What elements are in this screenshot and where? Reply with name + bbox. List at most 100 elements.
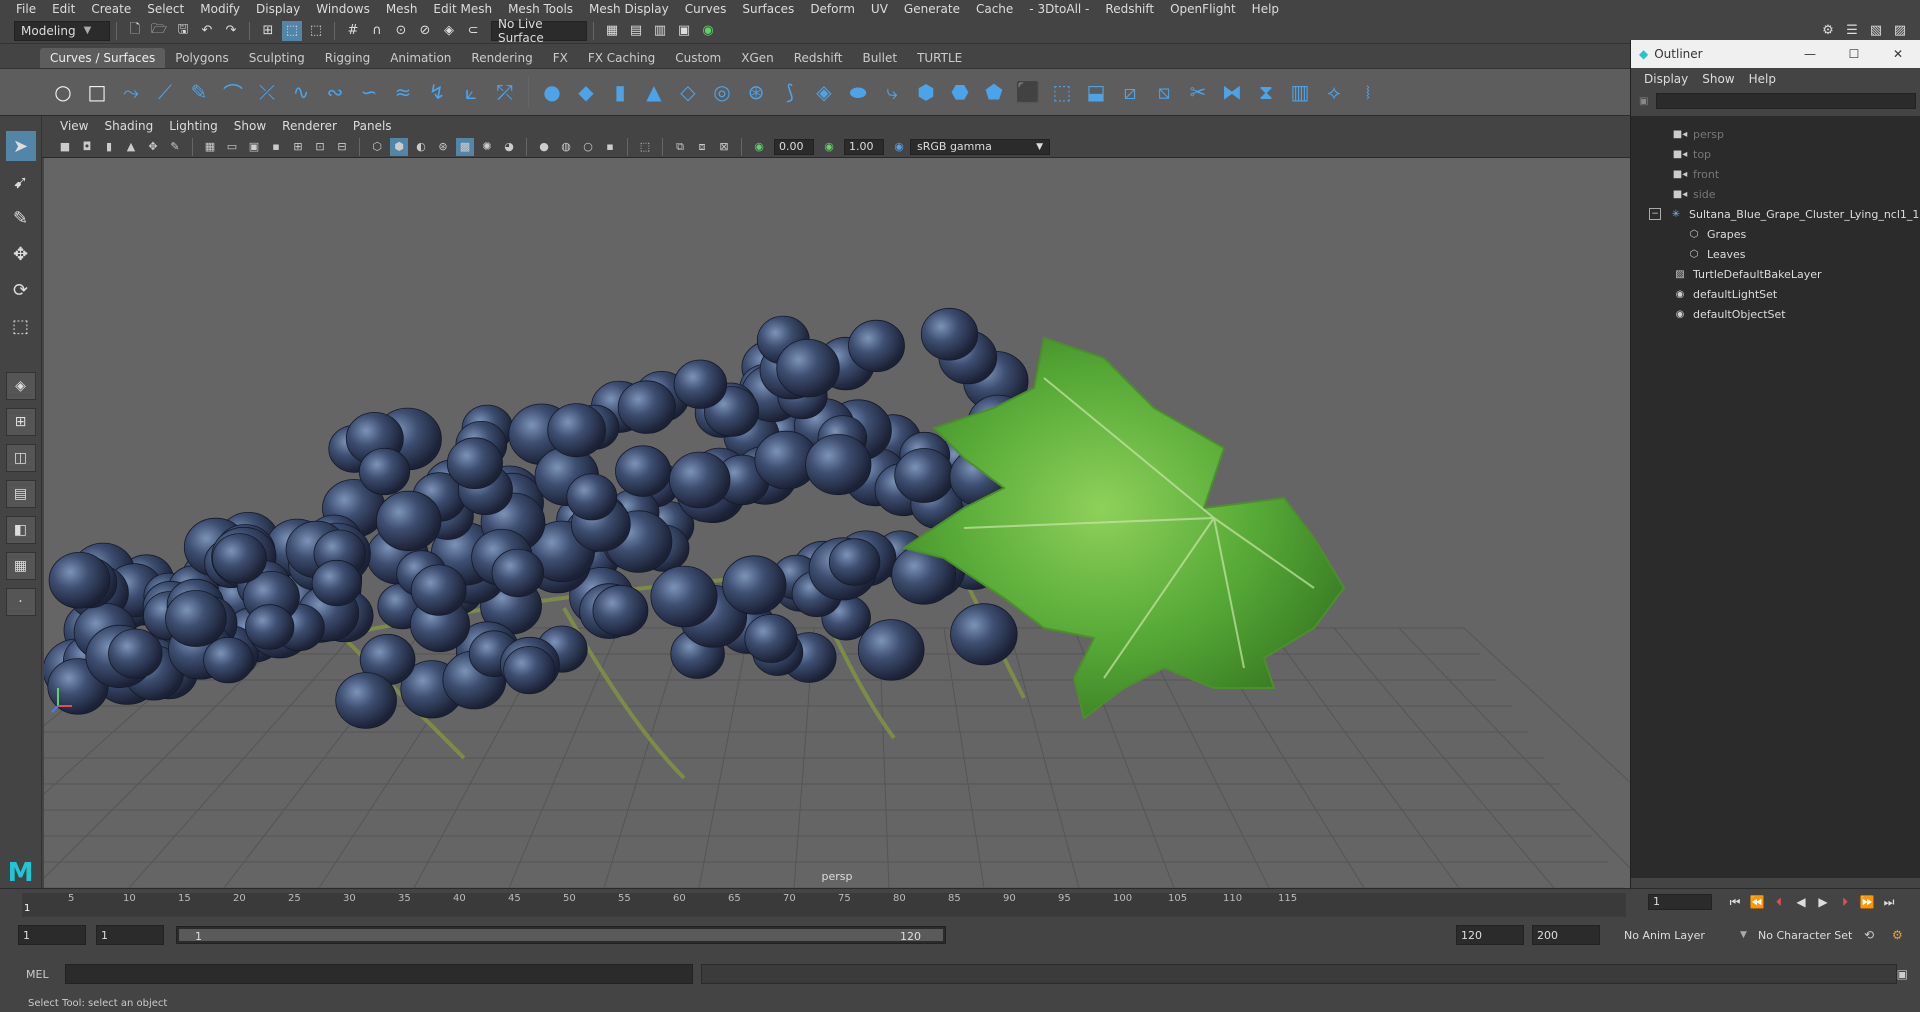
menu-mesh-tools[interactable]: Mesh Tools (500, 2, 581, 16)
safe-action-icon[interactable]: ⊡ (311, 138, 329, 156)
anim-prefs-icon[interactable]: ⚙ (1892, 928, 1903, 942)
project-curve-icon[interactable]: ⬛ (1014, 78, 1042, 106)
arc-icon[interactable]: ⌒ (219, 78, 247, 106)
new-scene-icon[interactable]: 🗋 (125, 21, 145, 41)
gamma-field[interactable]: 1.00 (844, 138, 884, 155)
curve-fillet-icon[interactable]: ⤱ (491, 78, 519, 106)
safe-title-icon[interactable]: ⊟ (333, 138, 351, 156)
curve-detach-icon[interactable]: ∿ (287, 78, 315, 106)
hypershade-icon[interactable]: ◉ (698, 21, 718, 41)
scale-tool-icon[interactable]: ⬚ (6, 311, 36, 341)
menu-mesh[interactable]: Mesh (378, 2, 426, 16)
bevel-icon[interactable]: ⬟ (980, 78, 1008, 106)
menu-file[interactable]: File (8, 2, 44, 16)
select-component-icon[interactable]: ⬚ (306, 21, 326, 41)
step-forward-frame-icon[interactable]: ⏩ (1856, 893, 1878, 911)
outliner-item-top[interactable]: ■◂ top (1631, 144, 1920, 164)
tab-turtle[interactable]: TURTLE (907, 48, 972, 68)
anti-aliasing-icon[interactable]: ○ (579, 138, 597, 156)
move-tool-icon[interactable]: ✥ (6, 239, 36, 269)
playback-start-field[interactable]: 1 (96, 925, 164, 945)
tab-rigging[interactable]: Rigging (315, 48, 380, 68)
panel-toggle-icon[interactable]: ▧ (1866, 21, 1886, 41)
nurbs-plane-icon[interactable]: ◇ (674, 78, 702, 106)
scene-canvas[interactable] (44, 158, 1630, 888)
auto-key-icon[interactable]: ⟲ (1864, 928, 1874, 942)
workspace-icon[interactable]: ⚙ (1818, 21, 1838, 41)
exposure-field[interactable]: 0.00 (774, 138, 814, 155)
tab-curves-surfaces[interactable]: Curves / Surfaces (40, 48, 166, 68)
view-transform-dropdown[interactable]: sRGB gamma ▼ (910, 138, 1050, 155)
snap-point-icon[interactable]: ⊙ (391, 21, 411, 41)
nurbs-cone-icon[interactable]: ▲ (640, 78, 668, 106)
curve-rebuild-icon[interactable]: ⟀ (457, 78, 485, 106)
outliner-item-light-set[interactable]: ◉ defaultLightSet (1631, 284, 1920, 304)
textured-icon[interactable]: ▩ (456, 137, 474, 156)
play-backward-icon[interactable]: ◀ (1790, 893, 1812, 911)
revolve-icon[interactable]: ⊛ (742, 78, 770, 106)
curve-attach-icon[interactable]: ⤫ (253, 78, 281, 106)
go-to-end-icon[interactable]: ⏭ (1878, 893, 1900, 911)
menu-mesh-display[interactable]: Mesh Display (581, 2, 677, 16)
vp-menu-show[interactable]: Show (226, 119, 274, 133)
ol-menu-help[interactable]: Help (1742, 72, 1783, 86)
command-input[interactable] (64, 964, 693, 984)
outliner-item-object-set[interactable]: ◉ defaultObjectSet (1631, 304, 1920, 324)
menu-edit-mesh[interactable]: Edit Mesh (425, 2, 500, 16)
start-frame-field[interactable]: 1 (18, 925, 86, 945)
menu-select[interactable]: Select (139, 2, 192, 16)
play-forward-icon[interactable]: ▶ (1812, 893, 1834, 911)
menu-uv[interactable]: UV (863, 2, 896, 16)
menu-curves[interactable]: Curves (677, 2, 735, 16)
trim-icon[interactable]: ⬓ (1082, 78, 1110, 106)
outliner-item-group[interactable]: − ✳ Sultana_Blue_Grape_Cluster_Lying_ncl… (1631, 204, 1920, 224)
nurbs-square-icon[interactable]: □ (83, 78, 111, 106)
minimize-icon[interactable]: — (1788, 47, 1832, 61)
live-surface-field[interactable]: No Live Surface (491, 17, 587, 45)
rebuild-surface-icon[interactable]: ⧘ (1354, 78, 1382, 106)
tab-custom[interactable]: Custom (665, 48, 731, 68)
render-frame-icon[interactable]: ▤ (626, 21, 646, 41)
insert-isoparm-icon[interactable]: ▥ (1286, 78, 1314, 106)
magnet-icon[interactable]: ⊂ (463, 21, 483, 41)
single-pane-layout-icon[interactable]: ◈ (5, 372, 36, 400)
menu-modify[interactable]: Modify (192, 2, 248, 16)
menu-create[interactable]: Create (83, 2, 139, 16)
nurbs-torus-icon[interactable]: ◎ (708, 78, 736, 106)
four-pane-layout-icon[interactable]: ⊞ (5, 408, 36, 436)
outliner-item-persp[interactable]: ■◂ persp (1631, 124, 1920, 144)
more-layouts-icon[interactable]: · (5, 588, 36, 616)
snap-view-icon[interactable]: ⊘ (415, 21, 435, 41)
camera-select-icon[interactable]: ■ (56, 138, 74, 156)
curve-offset-icon[interactable]: ≈ (389, 78, 417, 106)
attach-surface-icon[interactable]: ⧅ (1150, 78, 1178, 106)
nurbs-sphere-icon[interactable]: ● (538, 78, 566, 106)
channel-box-icon[interactable]: ▨ (1890, 21, 1910, 41)
camera-lock-icon[interactable]: ◘ (78, 138, 96, 156)
outliner-item-leaves[interactable]: ⬡ Leaves (1631, 244, 1920, 264)
step-back-key-icon[interactable]: ⏴ (1768, 893, 1790, 911)
boundary-icon[interactable]: ⬢ (912, 78, 940, 106)
resolution-gate-icon[interactable]: ▣ (245, 138, 263, 156)
wireframe-on-shaded-icon[interactable]: ⊛ (434, 138, 452, 156)
select-tool-icon[interactable]: ➤ (5, 131, 36, 161)
close-icon[interactable]: ✕ (1876, 47, 1920, 61)
lasso-tool-icon[interactable]: ➹ (6, 167, 36, 197)
loft-icon[interactable]: ⟆ (776, 78, 804, 106)
isolate-select-icon[interactable]: ⬚ (636, 138, 654, 156)
grid-icon[interactable]: ▦ (201, 138, 219, 156)
motion-blur-icon[interactable]: ◍ (557, 138, 575, 156)
screen-space-ao-icon[interactable]: ● (535, 138, 553, 156)
menu-deform[interactable]: Deform (802, 2, 863, 16)
vp-menu-view[interactable]: View (52, 119, 96, 133)
square-surface-icon[interactable]: ⬣ (946, 78, 974, 106)
tab-fx[interactable]: FX (543, 48, 578, 68)
range-bar-fill[interactable]: 1 120 (179, 929, 943, 943)
tab-redshift[interactable]: Redshift (784, 48, 853, 68)
tab-fx-caching[interactable]: FX Caching (578, 48, 665, 68)
menu-3dtoall[interactable]: - 3DtoAll - (1021, 2, 1097, 16)
menu-redshift[interactable]: Redshift (1097, 2, 1162, 16)
script-language-label[interactable]: MEL (26, 968, 49, 981)
2d-pan-zoom-icon[interactable]: ✥ (144, 138, 162, 156)
viewport-persp[interactable]: persp (44, 158, 1630, 888)
